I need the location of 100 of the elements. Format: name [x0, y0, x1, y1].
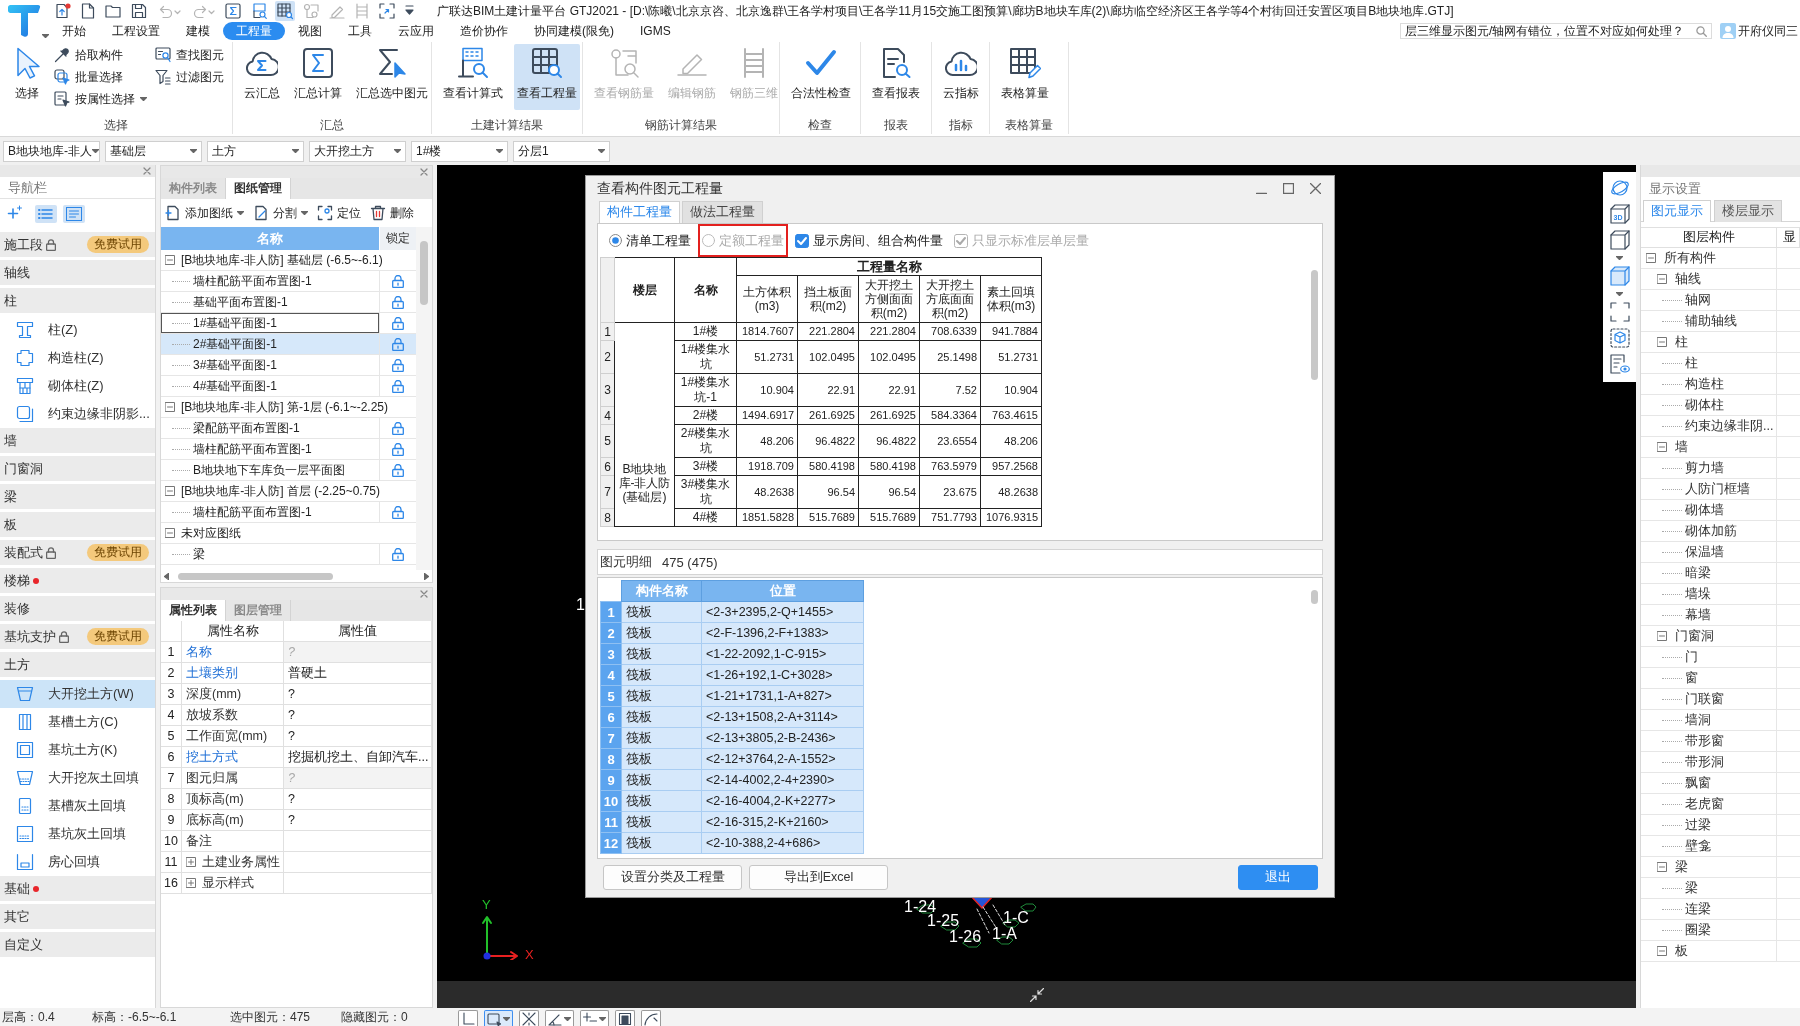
- dashed-cube-icon[interactable]: [1609, 328, 1630, 348]
- list-eye-icon[interactable]: [1609, 354, 1630, 374]
- dropdown[interactable]: 土方: [207, 140, 304, 162]
- select-button[interactable]: 选择: [8, 44, 46, 110]
- tree-item[interactable]: 飘窗: [1641, 773, 1777, 793]
- dropdown[interactable]: B地块地库-非人: [3, 140, 100, 162]
- batch-select-button[interactable]: 批量选择: [54, 66, 147, 88]
- collapse-box-icon[interactable]: [1657, 946, 1667, 956]
- dropdown[interactable]: 分层1: [513, 140, 610, 162]
- tree-item[interactable]: 砌体柱: [1641, 395, 1777, 415]
- tree-item[interactable]: 连梁: [1641, 899, 1777, 919]
- collapse-box-icon[interactable]: [165, 528, 175, 538]
- summary-selected-button[interactable]: 汇总选中图元: [353, 44, 431, 110]
- tree-item[interactable]: 3#基础平面图-1: [161, 355, 416, 376]
- collapse-box-icon[interactable]: [1657, 862, 1667, 872]
- scrollbar-thumb[interactable]: [178, 572, 333, 580]
- nav-category[interactable]: 柱: [0, 288, 155, 313]
- nav-category[interactable]: 其它: [0, 904, 155, 929]
- tree-item[interactable]: 门: [1641, 647, 1777, 667]
- tree-item[interactable]: 轴网: [1641, 290, 1777, 310]
- tree-item[interactable]: 带形洞: [1641, 752, 1777, 772]
- collapse-box-icon[interactable]: [165, 402, 175, 412]
- property-group[interactable]: 显示样式: [182, 873, 284, 893]
- nav-category[interactable]: 自定义: [0, 932, 155, 957]
- collapse-icon[interactable]: [1029, 987, 1044, 1002]
- tree-item[interactable]: 墙洞: [1641, 710, 1777, 730]
- tab[interactable]: 属性列表: [161, 600, 226, 621]
- validity-check-button[interactable]: 合法性检查: [788, 44, 854, 110]
- tab[interactable]: 图纸管理: [226, 178, 291, 199]
- capture-icon[interactable]: [377, 1, 397, 21]
- menu-tab[interactable]: 工程设置: [99, 22, 173, 40]
- tree-item[interactable]: 老虎窗: [1641, 794, 1777, 814]
- nav-category[interactable]: 门窗洞: [0, 456, 155, 481]
- toolbar-button[interactable]: [580, 1010, 609, 1026]
- new-file-icon[interactable]: [79, 1, 97, 21]
- toolbar-button[interactable]: [615, 1010, 635, 1026]
- tree-item[interactable]: 人防门框墙: [1641, 479, 1777, 499]
- tree-item[interactable]: 1#基础平面图-1: [161, 313, 416, 334]
- table-quantity-button[interactable]: 表格算量: [998, 44, 1052, 110]
- view-formula-button[interactable]: 查看计算式: [440, 44, 506, 110]
- collapse-box-icon[interactable]: [1657, 442, 1667, 452]
- save-icon[interactable]: [129, 1, 149, 21]
- menu-tab[interactable]: 建模: [173, 22, 223, 40]
- tab[interactable]: 楼层显示: [1714, 200, 1782, 222]
- collapse-box-icon[interactable]: [1646, 253, 1656, 263]
- dropdown[interactable]: 基础层: [105, 140, 202, 162]
- dashed-frame-icon[interactable]: [1609, 302, 1630, 322]
- toolbar-button[interactable]: [519, 1010, 539, 1026]
- scrollbar-thumb[interactable]: [1311, 270, 1318, 380]
- locate-button[interactable]: 定位: [317, 204, 361, 222]
- tree-item[interactable]: 墙柱配筋平面布置图-1: [161, 271, 416, 292]
- tree-item[interactable]: 约束边缘非阴...: [1641, 416, 1777, 436]
- add-drawing-button[interactable]: 添加图纸: [165, 204, 244, 222]
- tab[interactable]: 图元显示: [1643, 200, 1711, 222]
- nav-category[interactable]: 施工段 免费试用: [0, 232, 155, 257]
- close-icon[interactable]: [420, 590, 428, 598]
- scrollbar-thumb[interactable]: [420, 241, 428, 305]
- split-button[interactable]: 分割: [253, 204, 308, 222]
- tree-item[interactable]: 幕墙: [1641, 605, 1777, 625]
- nav-category[interactable]: 土方: [0, 652, 155, 677]
- tree-item[interactable]: 轴线: [1641, 269, 1777, 289]
- tree-item[interactable]: 门窗洞: [1641, 626, 1777, 646]
- menu-tab[interactable]: 云应用: [385, 22, 447, 40]
- tree-item[interactable]: 柱: [1641, 332, 1777, 352]
- checkbox-option[interactable]: 显示房间、组合构件量: [791, 224, 947, 257]
- toolbar-button[interactable]: [545, 1010, 574, 1026]
- tree-item[interactable]: 辅助轴线: [1641, 311, 1777, 331]
- drawing-canvas[interactable]: [437, 165, 1636, 981]
- dialog-button[interactable]: 导出到Excel: [749, 864, 888, 890]
- search-field[interactable]: 层三维显示图元/轴网有错位，位置不对应如何处理？: [1400, 23, 1712, 39]
- close-icon[interactable]: [143, 167, 151, 175]
- collapse-box-icon[interactable]: [1657, 337, 1667, 347]
- tree-item[interactable]: 墙柱配筋平面布置图-1: [161, 439, 416, 460]
- dropdown[interactable]: 1#楼: [411, 140, 508, 162]
- tab[interactable]: 做法工程量: [682, 201, 763, 223]
- nav-category[interactable]: 梁: [0, 484, 155, 509]
- view-quantity-button[interactable]: 查看工程量: [514, 44, 580, 110]
- tree-item[interactable]: 柱: [1641, 353, 1777, 373]
- tree-item[interactable]: 4#基础平面图-1: [161, 376, 416, 397]
- tree-item[interactable]: 墙柱配筋平面布置图-1: [161, 502, 416, 523]
- tree-item[interactable]: 带形窗: [1641, 731, 1777, 751]
- toolbar-button[interactable]: [641, 1010, 661, 1026]
- tab[interactable]: 构件工程量: [599, 201, 680, 223]
- nav-item[interactable]: 大开挖土方(W): [0, 680, 155, 708]
- cube-icon[interactable]: [1609, 230, 1630, 250]
- collapse-box-icon[interactable]: [1657, 274, 1667, 284]
- cloud-index-button[interactable]: 云指标: [940, 44, 982, 110]
- collapse-box-icon[interactable]: [165, 486, 175, 496]
- tree-item[interactable]: 圈梁: [1641, 920, 1777, 940]
- scrollbar-thumb[interactable]: [1311, 590, 1318, 604]
- expand-box-icon[interactable]: [186, 878, 196, 888]
- tree-item[interactable]: 基础平面布置图-1: [161, 292, 416, 313]
- dropdown[interactable]: 大开挖土方: [309, 140, 406, 162]
- tree-item[interactable]: B地块地下车库负一层平面图: [161, 460, 416, 481]
- menu-tab[interactable]: 开始: [49, 22, 99, 40]
- nav-category[interactable]: 基础: [0, 876, 155, 901]
- tree-item[interactable]: 砌体加筋: [1641, 521, 1777, 541]
- tree-item[interactable]: 梁: [1641, 857, 1777, 877]
- filter-button[interactable]: 过滤图元: [155, 66, 224, 88]
- attribute-select-button[interactable]: 按属性选择: [54, 88, 147, 110]
